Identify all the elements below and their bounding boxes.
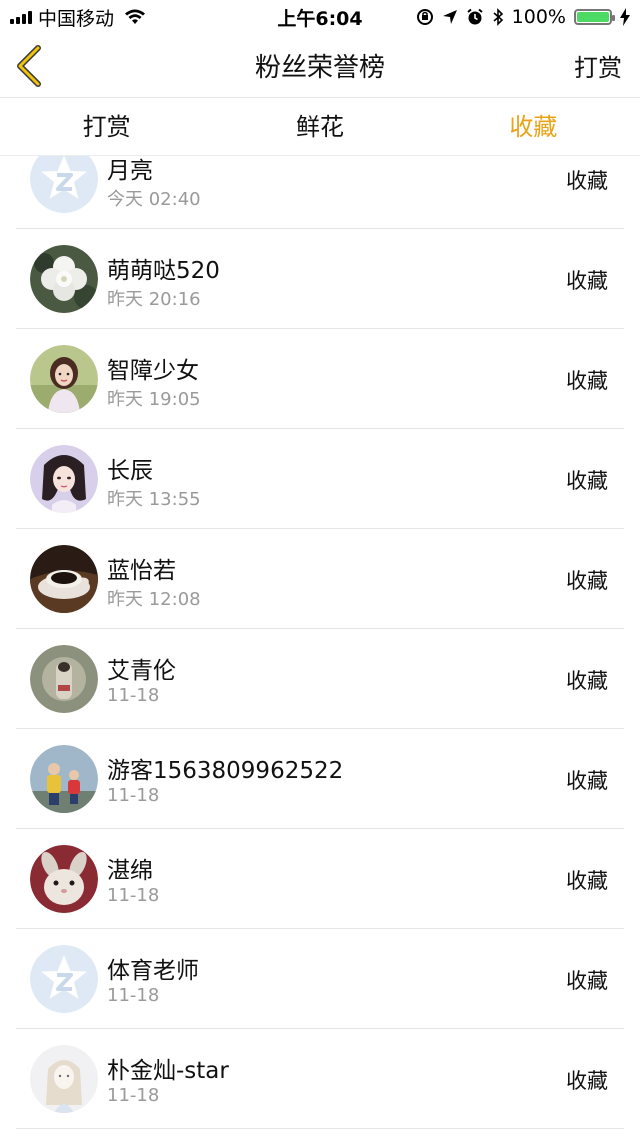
list-item[interactable]: 体育老师 11-18 收藏: [16, 929, 624, 1029]
signal-icon: [10, 10, 32, 24]
favorite-label: 收藏: [566, 969, 608, 993]
status-bar: 中国移动 上午6:04 100%: [0, 0, 640, 34]
fan-name: 萌萌哒520: [107, 258, 220, 284]
favorite-label: 收藏: [566, 1069, 608, 1093]
charging-icon: [620, 8, 630, 26]
favorite-label: 收藏: [566, 769, 608, 793]
tab-favorites[interactable]: 收藏: [427, 98, 640, 155]
fan-time: 11-18: [107, 885, 160, 906]
list-item[interactable]: 萌萌哒520 昨天 20:16 收藏: [16, 229, 624, 329]
default-star-avatar-icon: [30, 156, 98, 213]
flower-avatar-icon: [30, 245, 98, 313]
list-item[interactable]: 游客1563809962522 11-18 收藏: [16, 729, 624, 829]
fan-name: 蓝怡若: [107, 558, 176, 584]
rabbit-avatar-icon: [30, 845, 98, 913]
avatar[interactable]: [30, 345, 98, 413]
fan-name: 朴金灿-star: [107, 1058, 229, 1084]
fan-list[interactable]: 月亮 今天 02:40 收藏 萌萌哒520 昨天 20:16 收藏 智障少女 昨…: [0, 156, 640, 1138]
nav-bar: 粉丝荣誉榜 打赏: [0, 34, 640, 98]
favorite-label: 收藏: [566, 469, 608, 493]
battery-icon: [574, 9, 615, 25]
lock-rotation-icon: [416, 9, 433, 25]
list-item[interactable]: 蓝怡若 昨天 12:08 收藏: [16, 529, 624, 629]
avatar[interactable]: [30, 745, 98, 813]
default-star-avatar-icon: [30, 945, 98, 1013]
avatar[interactable]: [30, 245, 98, 313]
avatar[interactable]: [30, 845, 98, 913]
fan-time: 昨天 19:05: [107, 389, 201, 410]
tab-bar: 打赏 鲜花 收藏: [0, 98, 640, 156]
fan-name: 艾青伦: [107, 658, 176, 684]
favorite-label: 收藏: [566, 869, 608, 893]
battery-fill: [577, 12, 609, 22]
painting-avatar-icon: [30, 645, 98, 713]
fan-time: 11-18: [107, 985, 160, 1006]
list-item[interactable]: 月亮 今天 02:40 收藏: [16, 156, 624, 229]
anime-girl-avatar-icon: [30, 445, 98, 513]
fan-time: 昨天 13:55: [107, 489, 201, 510]
fan-time: 11-18: [107, 1085, 160, 1106]
chevron-left-icon[interactable]: [14, 44, 44, 88]
back-button[interactable]: [14, 44, 54, 88]
fan-name: 游客1563809962522: [107, 758, 344, 784]
page-title: 粉丝荣誉榜: [254, 53, 385, 83]
coffee-avatar-icon: [30, 545, 98, 613]
avatar[interactable]: [30, 545, 98, 613]
favorite-label: 收藏: [566, 369, 608, 393]
fan-name: 体育老师: [107, 958, 199, 984]
status-left: 中国移动: [0, 4, 146, 31]
sketch-girl-avatar-icon: [30, 1045, 98, 1113]
fan-name: 智障少女: [107, 358, 199, 384]
list-item[interactable]: 长辰 昨天 13:55 收藏: [16, 429, 624, 529]
favorite-label: 收藏: [566, 569, 608, 593]
list-item[interactable]: 湛绵 11-18 收藏: [16, 829, 624, 929]
bluetooth-icon: [493, 8, 503, 26]
reward-button[interactable]: 打赏: [574, 48, 622, 83]
fan-time: 昨天 20:16: [107, 289, 201, 310]
list-item[interactable]: 艾青伦 11-18 收藏: [16, 629, 624, 729]
fan-name: 湛绵: [107, 858, 153, 884]
list-item[interactable]: 朴金灿-star 11-18 收藏: [16, 1029, 624, 1129]
favorite-label: 收藏: [566, 269, 608, 293]
fan-name: 长辰: [107, 458, 153, 484]
tab-flowers[interactable]: 鲜花: [213, 98, 426, 155]
favorite-label: 收藏: [566, 169, 608, 193]
avatar[interactable]: [30, 645, 98, 713]
avatar[interactable]: [30, 945, 98, 1013]
location-icon: [442, 10, 457, 24]
avatar[interactable]: [30, 156, 98, 213]
list-item[interactable]: 智障少女 昨天 19:05 收藏: [16, 329, 624, 429]
carrier-label: 中国移动: [38, 7, 115, 30]
avatar[interactable]: [30, 1045, 98, 1113]
battery-percent: 100%: [511, 6, 566, 28]
status-right: 100%: [416, 6, 640, 28]
avatar[interactable]: [30, 445, 98, 513]
wifi-icon: [125, 9, 146, 24]
girl-avatar-icon: [30, 345, 98, 413]
kids-avatar-icon: [30, 745, 98, 813]
fan-time: 昨天 12:08: [107, 589, 201, 610]
fan-time: 11-18: [107, 785, 160, 806]
favorite-label: 收藏: [566, 669, 608, 693]
tab-reward[interactable]: 打赏: [0, 98, 213, 155]
fan-name: 月亮: [107, 158, 153, 184]
fan-time: 今天 02:40: [107, 189, 201, 210]
alarm-icon: [467, 8, 483, 25]
fan-time: 11-18: [107, 685, 160, 706]
